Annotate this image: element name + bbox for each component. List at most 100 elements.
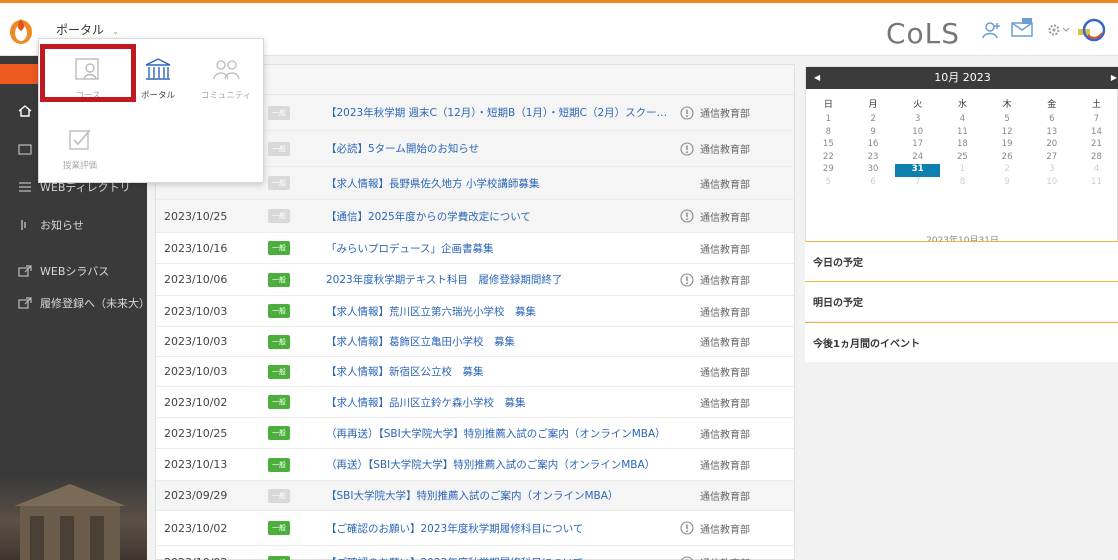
alert-icon xyxy=(674,519,700,537)
calendar-day[interactable]: 3 xyxy=(895,114,940,127)
calendar-day[interactable]: 2 xyxy=(985,164,1030,177)
calendar-day[interactable]: 23 xyxy=(851,152,896,165)
calendar-day[interactable]: 4 xyxy=(940,114,985,127)
calendar-day[interactable]: 21 xyxy=(1074,139,1118,152)
calendar-day[interactable]: 22 xyxy=(806,152,851,165)
notice-title-link[interactable]: 【2023年秋学期 週末C（12月）・短期B（1月）・短期C（2月）スクーリン… xyxy=(326,105,674,120)
category-badge: 一般 xyxy=(268,304,290,318)
notice-title-link[interactable]: 【求人情報】長野県佐久地方 小学校講師募集 xyxy=(326,176,674,191)
calendar-day[interactable]: 6 xyxy=(851,177,896,190)
calendar-day[interactable]: 28 xyxy=(1074,152,1118,165)
calendar-day[interactable]: 2 xyxy=(851,114,896,127)
calendar-day-today[interactable]: 31 xyxy=(895,164,941,177)
sidebar-item-notices[interactable]: お知らせ xyxy=(0,206,147,244)
calendar-next-icon[interactable]: ▶ xyxy=(1111,67,1117,89)
notice-row[interactable]: 2023/10/03 一般 【求人情報】葛飾区立亀田小学校 募集 通信教育部 xyxy=(156,327,794,357)
user-avatar[interactable] xyxy=(1078,17,1106,46)
category-badge: 一般 xyxy=(268,395,290,409)
calendar-day[interactable]: 9 xyxy=(851,127,896,140)
calendar-day[interactable]: 12 xyxy=(985,127,1030,140)
calendar-day[interactable]: 6 xyxy=(1029,114,1074,127)
notice-row[interactable]: 2023/10/02一般【ご確認のお願い】2023年度秋学期履修科目について通信… xyxy=(156,546,794,560)
dropdown-item-portal[interactable]: ポータル xyxy=(127,49,189,107)
tomorrow-schedule: 明日の予定 xyxy=(805,281,1118,321)
calendar-day[interactable]: 11 xyxy=(1074,177,1118,190)
notice-row[interactable]: 2023/10/06 一般 2023年度秋学期テキスト科目 履修登録期間終了 通信教育… xyxy=(156,264,794,296)
calendar-day[interactable]: 20 xyxy=(1029,139,1074,152)
calendar-day[interactable]: 14 xyxy=(1074,127,1118,140)
notice-title-link[interactable]: 【求人情報】新宿区公立校 募集 xyxy=(326,364,674,379)
notice-row[interactable]: 2023/10/25 一般 【通信】2025年度からの学費改定について 通信教育部 xyxy=(156,200,794,233)
calendar-prev-icon[interactable]: ◀ xyxy=(814,67,820,89)
dropdown-item-community[interactable]: コミュニティ xyxy=(195,49,257,107)
calendar-day[interactable]: 30 xyxy=(851,164,896,177)
calendar-day[interactable]: 19 xyxy=(985,139,1030,152)
notice-row[interactable]: 2023/10/02一般【ご確認のお願い】2023年度秋学期履修科目について通信… xyxy=(156,511,794,546)
calendar-day[interactable]: 10 xyxy=(1029,177,1074,190)
calendar-day[interactable]: 9 xyxy=(985,177,1030,190)
calendar-day[interactable]: 8 xyxy=(940,177,985,190)
notice-row[interactable]: 2023/10/25 一般 （再再送）【SBI大学院大学】特別推薦入試のご案内（オン… xyxy=(156,418,794,449)
calendar-day[interactable]: 1 xyxy=(940,164,985,177)
calendar-day[interactable]: 13 xyxy=(1029,127,1074,140)
notice-row[interactable]: 2023/10/16 一般 「みらいプロデュース」企画書募集 通信教育部 xyxy=(156,233,794,264)
alert-placeholder xyxy=(674,239,700,257)
notice-title-link[interactable]: （再送）【SBI大学院大学】特別推薦入試のご案内（オンラインMBA） xyxy=(326,457,674,472)
calendar-day[interactable]: 26 xyxy=(985,152,1030,165)
alert-placeholder xyxy=(674,456,700,474)
calendar-day[interactable]: 4 xyxy=(1074,164,1118,177)
alert-placeholder xyxy=(674,333,700,351)
notice-row[interactable]: 2023/10/13 一般 （再送）【SBI大学院大学】特別推薦入試のご案内（オンラ… xyxy=(156,449,794,481)
calendar-day[interactable]: 25 xyxy=(940,152,985,165)
notice-row[interactable]: 2023/10/03 一般 【求人情報】新宿区公立校 募集 通信教育部 xyxy=(156,357,794,387)
calendar-day[interactable]: 8 xyxy=(806,127,851,140)
month-events-label: 今後1ヵ月間のイベント xyxy=(813,339,920,350)
notice-row[interactable]: 2023/10/02 一般 【求人情報】品川区立鈴ケ森小学校 募集 通信教育部 xyxy=(156,387,794,418)
calendar-day[interactable]: 16 xyxy=(851,139,896,152)
notice-title-link[interactable]: 【ご確認のお願い】2023年度秋学期履修科目について xyxy=(326,555,674,560)
notice-title-link[interactable]: 【求人情報】品川区立鈴ケ森小学校 募集 xyxy=(326,395,674,410)
external-link-icon xyxy=(18,297,32,309)
gear-icon[interactable] xyxy=(1048,23,1070,40)
notice-title-link[interactable]: （再再送）【SBI大学院大学】特別推薦入試のご案内（オンラインMBA） xyxy=(326,426,674,441)
calendar-day[interactable]: 1 xyxy=(806,114,851,127)
add-user-icon[interactable] xyxy=(982,21,1002,42)
calendar-day[interactable]: 10 xyxy=(895,127,940,140)
notice-title-link[interactable]: 【ご確認のお願い】2023年度秋学期履修科目について xyxy=(326,521,674,536)
university-logo[interactable] xyxy=(8,15,34,45)
calendar-day[interactable]: 27 xyxy=(1029,152,1074,165)
dropdown-item-evaluation[interactable]: 授業評価 xyxy=(49,119,111,177)
portal-menu-toggle[interactable]: ポータル ⌄ xyxy=(56,21,119,38)
notice-title-link[interactable]: 【SBI大学院大学】特別推薦入試のご案内（オンラインMBA） xyxy=(326,488,674,503)
calendar-day[interactable]: 15 xyxy=(806,139,851,152)
notice-title-link[interactable]: 「みらいプロデュース」企画書募集 xyxy=(326,241,674,256)
portal-menu-label: ポータル xyxy=(56,23,105,37)
calendar-day[interactable]: 5 xyxy=(985,114,1030,127)
calendar-day[interactable]: 7 xyxy=(1074,114,1118,127)
calendar-day[interactable]: 11 xyxy=(940,127,985,140)
message-icon[interactable] xyxy=(1010,17,1034,42)
right-column: ◀ 10月 2023 ▶ 日月火水木金土 1 2 3 4 5 6 7 8 9 10 11 12 13 14 1… xyxy=(799,56,1118,560)
calendar-day[interactable]: 24 xyxy=(895,152,940,165)
notice-title-link[interactable]: 【通信】2025年度からの学費改定について xyxy=(326,209,674,224)
calendar-day[interactable]: 7 xyxy=(895,177,940,190)
notice-title-link[interactable]: 2023年度秋学期テキスト科目 履修登録期間終了 xyxy=(326,272,674,287)
calendar-day[interactable]: 29 xyxy=(806,164,851,177)
notice-title-link[interactable]: 【求人情報】葛飾区立亀田小学校 募集 xyxy=(326,334,674,349)
sidebar-item-course-registration[interactable]: 履修登録へ（未来大） xyxy=(0,284,147,322)
calendar-day[interactable]: 18 xyxy=(940,139,985,152)
notice-title-link[interactable]: 【必読】5ターム開始のお知らせ xyxy=(326,141,674,156)
notice-title-link[interactable]: 【求人情報】荒川区立第六瑞光小学校 募集 xyxy=(326,304,674,319)
month-events: 今後1ヵ月間のイベント xyxy=(805,322,1118,362)
category-badge: 一般 xyxy=(268,209,290,223)
calendar-day[interactable]: 5 xyxy=(806,177,851,190)
calendar-day[interactable]: 17 xyxy=(895,139,940,152)
notice-row[interactable]: 2023/10/03 一般 【求人情報】荒川区立第六瑞光小学校 募集 通信教育部 xyxy=(156,296,794,327)
notice-row[interactable]: 2023/09/29 一般 【SBI大学院大学】特別推薦入試のご案内（オンラインMB… xyxy=(156,481,794,511)
notice-date: 2023/10/03 xyxy=(164,365,228,378)
calendar-day[interactable]: 3 xyxy=(1029,164,1074,177)
calendar-weekday: 金 xyxy=(1047,100,1057,110)
category-badge: 一般 xyxy=(268,488,290,503)
category-badge: 一般 xyxy=(268,176,290,190)
calendar-week: 5 6 7 8 9 10 11 xyxy=(806,177,1118,190)
